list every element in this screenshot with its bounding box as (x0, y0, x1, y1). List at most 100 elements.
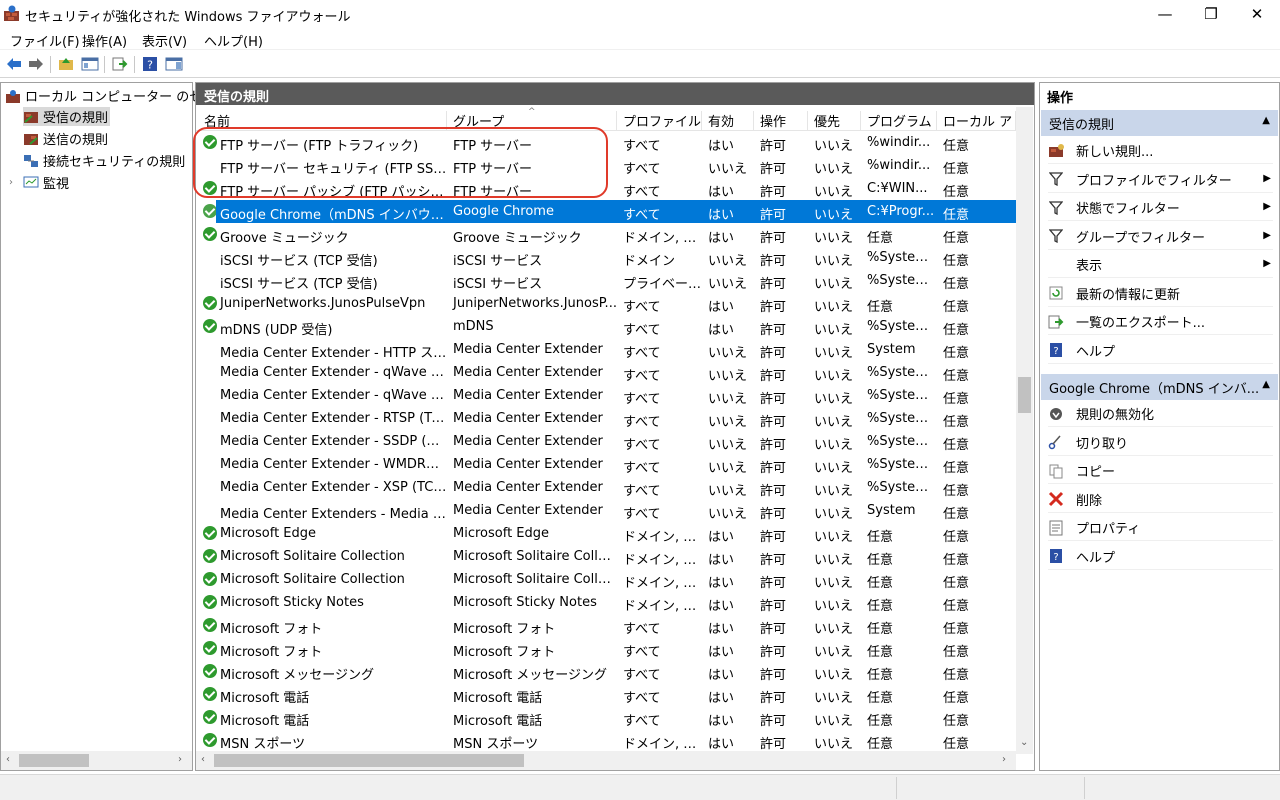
action-pane-icon[interactable] (165, 55, 183, 73)
table-row[interactable]: iSCSI サービス (TCP 受信) iSCSI サービス プライベート... いい… (196, 269, 1016, 292)
forward-icon[interactable] (27, 55, 45, 73)
action-item[interactable]: 一覧のエクスポート... (1048, 309, 1273, 335)
inbound-rules-icon (23, 110, 39, 124)
table-row[interactable]: Media Center Extender - WMDRM-... Media C… (196, 453, 1016, 476)
cell-on: はい (708, 530, 735, 545)
table-row[interactable]: Microsoft Sticky Notes Microsoft Sticky N… (196, 591, 1016, 614)
table-row[interactable]: Google Chrome（mDNS インバウンド... Google Chrom… (196, 200, 1016, 223)
table-row[interactable]: Microsoft 電話 Microsoft 電話 すべて はい 許可 いいえ 任意 任意 (196, 683, 1016, 706)
table-row[interactable]: iSCSI サービス (TCP 受信) iSCSI サービス ドメイン いいえ 許可 いい… (196, 246, 1016, 269)
table-row[interactable]: Media Center Extender - qWave (U... Media… (196, 384, 1016, 407)
help-icon[interactable]: ? (141, 55, 159, 73)
table-row[interactable]: mDNS (UDP 受信) mDNS すべて はい 許可 いいえ %System... 任意 (196, 315, 1016, 338)
actions-section-selected-rule[interactable]: Google Chrome（mDNS インバ... ▲ (1041, 374, 1278, 400)
tree-item-monitoring[interactable]: › 監視 (9, 173, 69, 192)
menu-file[interactable]: ファイル(F) (10, 31, 80, 50)
scroll-left-icon[interactable]: ‹ (6, 754, 10, 765)
table-row[interactable]: Media Center Extender - HTTP スト... Media … (196, 338, 1016, 361)
table-row[interactable]: Microsoft メッセージング Microsoft メッセージング すべて はい許… (196, 660, 1016, 683)
table-row[interactable]: Media Center Extender - SSDP (UD... Media… (196, 430, 1016, 453)
action-item[interactable]: プロパティ (1048, 515, 1273, 541)
cell-name: Microsoft Sticky Notes (220, 595, 364, 610)
tree-item-label: 接続セキュリティの規則 (43, 155, 186, 170)
action-item[interactable]: グループでフィルター ▶ (1048, 224, 1273, 250)
scrollbar-thumb[interactable] (214, 754, 524, 767)
scroll-right-icon[interactable]: › (178, 754, 182, 765)
up-folder-icon[interactable] (57, 55, 75, 73)
cell-action: 許可 (760, 185, 787, 200)
table-row[interactable]: Microsoft Edge Microsoft Edge ドメイン, プ... はい… (196, 522, 1016, 545)
column-header-override[interactable]: 優先 (808, 111, 861, 131)
action-item[interactable]: 切り取り (1048, 430, 1273, 456)
table-row[interactable]: Media Center Extender - XSP (TCP ... Medi… (196, 476, 1016, 499)
table-row[interactable]: JuniperNetworks.JunosPulseVpn JuniperNetw… (196, 292, 1016, 315)
export-list-icon[interactable] (111, 55, 129, 73)
cell-group: Media Center Extender (453, 342, 603, 357)
cell-on: はい (708, 599, 735, 614)
scroll-down-icon[interactable]: ⌄ (1020, 737, 1028, 748)
action-item[interactable]: 規則の無効化 (1048, 401, 1273, 427)
enabled-check-icon (203, 296, 217, 310)
minimize-button[interactable]: — (1142, 0, 1188, 28)
table-row[interactable]: Media Center Extender - RTSP (TCP... Medi… (196, 407, 1016, 430)
cell-on: いいえ (708, 162, 748, 177)
action-item[interactable]: ? ヘルプ (1048, 544, 1273, 570)
cell-action: 許可 (760, 162, 787, 177)
cell-action: 許可 (760, 369, 787, 384)
table-row[interactable]: Groove ミュージック Groove ミュージック ドメイン, プ... はい 許可… (196, 223, 1016, 246)
table-row[interactable]: Media Center Extender - qWave (T... Media… (196, 361, 1016, 384)
collapse-icon[interactable]: ▲ (1262, 115, 1270, 126)
cell-profile: プライベート... (623, 277, 702, 292)
menu-help[interactable]: ヘルプ(H) (204, 31, 263, 50)
cell-name: mDNS (UDP 受信) (220, 323, 333, 338)
action-label: コピー (1076, 465, 1116, 480)
table-row[interactable]: Microsoft Solitaire Collection Microsoft … (196, 545, 1016, 568)
cell-name: Microsoft Solitaire Collection (220, 549, 405, 564)
outbound-rules-icon (23, 132, 39, 146)
horizontal-scrollbar[interactable]: ‹ › (196, 751, 1016, 770)
back-icon[interactable] (5, 55, 23, 73)
action-item[interactable]: 最新の情報に更新 (1048, 281, 1273, 307)
column-header-action[interactable]: 操作 (754, 111, 808, 131)
vertical-scrollbar[interactable]: ⌄ (1016, 107, 1033, 754)
column-header-profile[interactable]: プロファイル (617, 111, 702, 131)
tree-item-inbound-rules[interactable]: 受信の規則 (23, 107, 111, 126)
table-row[interactable]: MSN スポーツ MSN スポーツ ドメイン, プ... はい 許可 いいえ 任意 任意 (196, 729, 1016, 751)
scrollbar-thumb[interactable] (19, 754, 89, 767)
cell-override: いいえ (814, 139, 854, 154)
action-item[interactable]: プロファイルでフィルター ▶ (1048, 167, 1273, 193)
cell-profile: ドメイン, プ... (623, 530, 702, 545)
table-row[interactable]: Microsoft フォト Microsoft フォト すべて はい 許可 いいえ 任意 任意 (196, 614, 1016, 637)
table-row[interactable]: Media Center Extenders - Media ス... Media… (196, 499, 1016, 522)
action-item[interactable]: 状態でフィルター ▶ (1048, 195, 1273, 221)
action-item[interactable]: 表示 ▶ (1048, 252, 1273, 278)
table-row[interactable]: Microsoft 電話 Microsoft 電話 すべて はい 許可 いいえ 任意 任意 (196, 706, 1016, 729)
restore-button[interactable]: ❐ (1188, 0, 1234, 28)
collapse-icon[interactable]: ▲ (1262, 379, 1270, 390)
left-horizontal-scrollbar[interactable]: ‹ › (1, 751, 192, 770)
actions-section-inbound-rules[interactable]: 受信の規則 ▲ (1041, 110, 1278, 136)
cell-action: 許可 (760, 530, 787, 545)
table-row[interactable]: Microsoft フォト Microsoft フォト すべて はい 許可 いいえ 任意 任意 (196, 637, 1016, 660)
column-header-local-address[interactable]: ローカル アドレ (937, 111, 1016, 131)
menu-view[interactable]: 表示(V) (142, 31, 187, 50)
table-row[interactable]: Microsoft Solitaire Collection Microsoft … (196, 568, 1016, 591)
tree-item-label: 受信の規則 (43, 111, 109, 126)
menu-action[interactable]: 操作(A) (82, 31, 127, 50)
show-hide-tree-icon[interactable] (81, 55, 99, 73)
tree-item-connection-security-rules[interactable]: 接続セキュリティの規則 (23, 151, 185, 170)
action-item[interactable]: コピー (1048, 458, 1273, 484)
column-header-enabled[interactable]: 有効 (702, 111, 754, 131)
action-item[interactable]: ? ヘルプ (1048, 338, 1273, 364)
scrollbar-thumb[interactable] (1018, 377, 1031, 413)
chevron-right-icon[interactable]: › (9, 177, 19, 188)
scroll-left-icon[interactable]: ‹ (201, 754, 205, 765)
scroll-right-icon[interactable]: › (1002, 754, 1006, 765)
close-button[interactable]: ✕ (1234, 0, 1280, 28)
tree-item-outbound-rules[interactable]: 送信の規則 (23, 129, 108, 148)
action-item[interactable]: 削除 (1048, 487, 1273, 513)
pane-title: 受信の規則 (196, 83, 1034, 105)
column-header-program[interactable]: プログラム (861, 111, 937, 131)
action-item[interactable]: 新しい規則... (1048, 138, 1273, 164)
cell-name: Microsoft Solitaire Collection (220, 572, 405, 587)
